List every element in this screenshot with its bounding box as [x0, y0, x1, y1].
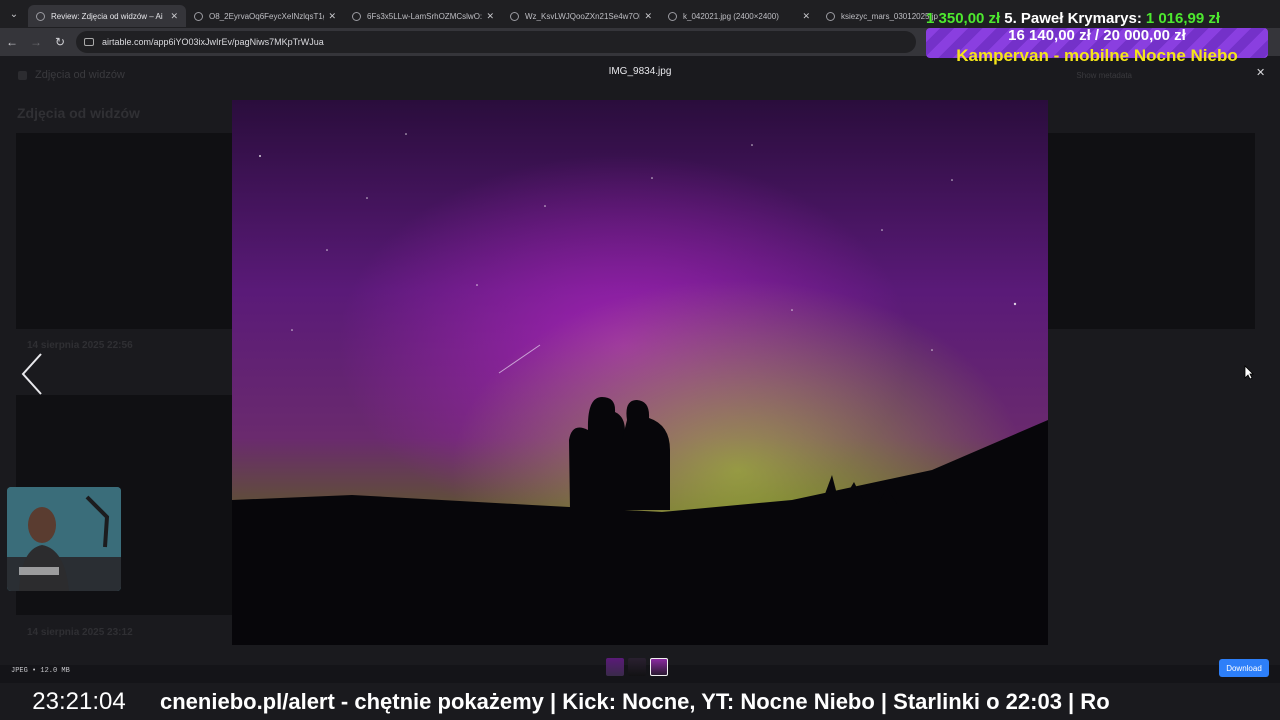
page-title: Zdjęcia od widzów — [17, 105, 140, 121]
goal-title: Kampervan - mobilne Nocne Niebo — [956, 46, 1238, 65]
close-icon[interactable]: ✕ — [486, 11, 494, 22]
globe-favicon-icon — [826, 11, 835, 21]
webcam-overlay — [7, 487, 121, 591]
tab-review[interactable]: Review: Zdjęcia od widzów – Ai ✕ — [28, 5, 186, 27]
card-date: 14 sierpnia 2025 22:56 — [27, 340, 133, 351]
stream-clock: 23:21:04 — [32, 687, 126, 715]
reload-icon[interactable]: ↻ — [48, 30, 72, 54]
url-text: airtable.com/app6iYO03ixJwIrEv/pagNiws7M… — [102, 37, 324, 47]
tab-label: k_042021.jpg (2400×2400) — [683, 11, 779, 21]
donation-widget: 1 350,00 zł 5. Paweł Krymarys: 1 016,99 … — [926, 8, 1268, 68]
globe-favicon-icon — [510, 11, 519, 21]
thumbnail[interactable] — [606, 658, 624, 676]
file-metadata: JPEG • 12.0 MB — [11, 667, 70, 675]
close-icon[interactable]: ✕ — [328, 11, 336, 22]
tab-4[interactable]: Wz_KsvLWJQooZXn21Se4w7OI ✕ — [502, 5, 660, 27]
gallery-card — [16, 133, 232, 329]
thumbnail[interactable] — [628, 658, 646, 676]
tab-label: 6Fs3x5LLw-LamSrhOZMCslwO: — [367, 11, 483, 21]
tab-label: Wz_KsvLWJQooZXn21Se4w7OI — [525, 11, 641, 21]
top-donor-line: 1 350,00 zł 5. Paweł Krymarys: 1 016,99 … — [926, 8, 1268, 28]
close-icon[interactable]: ✕ — [802, 11, 810, 22]
card-date: 14 sierpnia 2025 23:12 — [27, 627, 133, 638]
thumbnail-strip — [606, 658, 668, 676]
aurora-photo — [232, 100, 1048, 645]
mouse-cursor-icon — [1244, 365, 1254, 380]
goal-progress-text: 16 140,00 zł / 20 000,00 zł — [1008, 27, 1186, 44]
airtable-favicon-icon — [36, 11, 45, 21]
stream-ticker: 23:21:04 cneniebo.pl/alert - chętnie pok… — [0, 683, 1280, 720]
tab-search-chevron-icon[interactable]: ⌄ — [0, 0, 28, 28]
chevron-left-icon[interactable] — [20, 352, 44, 396]
address-bar[interactable]: airtable.com/app6iYO03ixJwIrEv/pagNiws7M… — [76, 31, 916, 53]
forward-arrow-icon[interactable]: → — [24, 30, 48, 54]
tab-label: O8_2EyrvaOq6FeycXeINzlqsT1g — [209, 11, 325, 21]
back-arrow-icon[interactable]: ← — [0, 30, 24, 54]
donation-amount: 1 016,99 zł — [1145, 9, 1221, 27]
tab-2[interactable]: O8_2EyrvaOq6FeycXeINzlqsT1g ✕ — [186, 5, 344, 27]
gallery-card — [1048, 133, 1255, 329]
ticker-text: cneniebo.pl/alert - chętnie pokażemy | K… — [160, 689, 1110, 714]
globe-favicon-icon — [352, 11, 361, 21]
globe-favicon-icon — [194, 11, 203, 21]
site-settings-icon[interactable] — [84, 38, 94, 46]
donor-rank-name: 5. Paweł Krymarys: — [1004, 9, 1142, 27]
tab-3[interactable]: 6Fs3x5LLw-LamSrhOZMCslwO: ✕ — [344, 5, 502, 27]
previous-donation-amount: 1 350,00 zł — [926, 9, 1001, 27]
close-icon[interactable]: ✕ — [170, 11, 178, 22]
tab-5[interactable]: k_042021.jpg (2400×2400) ✕ — [660, 5, 818, 27]
tab-label: Review: Zdjęcia od widzów – Ai — [51, 11, 163, 21]
download-button[interactable]: Download — [1219, 659, 1269, 677]
globe-favicon-icon — [668, 11, 677, 21]
thumbnail-selected[interactable] — [650, 658, 668, 676]
close-icon[interactable]: ✕ — [644, 11, 652, 22]
